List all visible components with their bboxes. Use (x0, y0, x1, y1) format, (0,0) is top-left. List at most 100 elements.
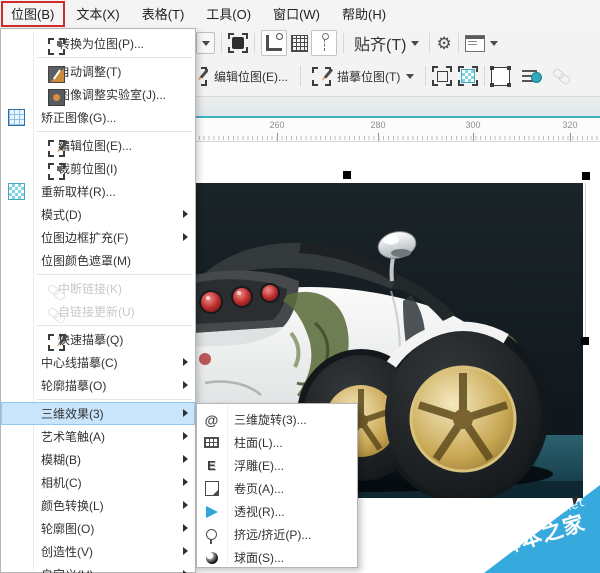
menu-item-label: 模糊(B) (41, 453, 81, 467)
menu-separator (37, 57, 192, 58)
menu-item-update-link: 自链接更新(U) (1, 300, 195, 325)
menu-item-color-transform[interactable]: 颜色转换(L) (1, 494, 195, 517)
menu-item-straighten-image[interactable]: 矫正图像(G)... (1, 106, 195, 129)
submenu-item-pinch-punch[interactable]: 挤远/挤近(P)... (197, 523, 357, 546)
property-bar: 编辑位图(E)... 描摹位图(T) (196, 58, 600, 94)
resample-icon (8, 183, 25, 200)
crop-bitmap-button[interactable] (432, 66, 453, 86)
submenu-arrow-icon (183, 358, 188, 366)
window-layout-button[interactable] (464, 34, 498, 52)
submenu-arrow-icon (183, 210, 188, 218)
edit-bitmap-button[interactable]: 编辑位图(E)... (208, 65, 294, 88)
crop-bitmap-icon (48, 163, 65, 180)
bitmap-menu-dropdown: 转换为位图(P)... 自动调整(T) 图像调整实验室(J)... 矫正图像(G… (0, 28, 196, 573)
chevron-down-icon (406, 73, 415, 79)
grid-icon (290, 34, 308, 52)
menu-item-inflate-bitmap[interactable]: 位图边框扩充(F) (1, 226, 195, 249)
menu-item-mode[interactable]: 模式(D) (1, 203, 195, 226)
snap-to-button[interactable]: 贴齐(T) (350, 29, 423, 57)
menu-item-label: 快速描摹(Q) (58, 333, 124, 347)
menu-item-creative[interactable]: 创造性(V) (1, 540, 195, 563)
menu-item-blur[interactable]: 模糊(B) (1, 448, 195, 471)
perspective-icon (205, 505, 218, 518)
submenu-item-cylinder[interactable]: 柱面(L)... (197, 431, 357, 454)
3d-rotate-icon: @ (204, 411, 219, 428)
convert-to-bitmap-icon (48, 38, 65, 55)
menu-item-centerline-trace[interactable]: 中心线描摹(C) (1, 351, 195, 374)
submenu-item-perspective[interactable]: 透视(R)... (197, 500, 357, 523)
cylinder-icon (204, 437, 219, 448)
resample-button[interactable] (458, 66, 479, 86)
submenu-arrow-icon (183, 478, 188, 486)
trace-options-button[interactable] (522, 68, 543, 84)
menu-item-label: 自链接更新(U) (58, 305, 135, 319)
menubar-item-window[interactable]: 窗口(W) (262, 0, 331, 27)
menu-item-crop-bitmap[interactable]: 裁剪位图(I) (1, 157, 195, 180)
menu-item-convert-to-bitmap[interactable]: 转换为位图(P)... (1, 32, 195, 55)
menu-item-custom[interactable]: 自定义(U) (1, 563, 195, 573)
link-bitmap-button-disabled (552, 67, 572, 86)
menubar-item-text[interactable]: 文本(X) (65, 0, 130, 27)
submenu-item-3d-rotate[interactable]: @ 三维旋转(3)... (197, 408, 357, 431)
menu-item-resample[interactable]: 重新取样(R)... (1, 180, 195, 203)
menu-item-label: 位图颜色遮罩(M) (41, 254, 131, 268)
snap-to-label: 贴齐(T) (354, 37, 407, 54)
menu-item-label: 模式(D) (41, 208, 82, 222)
submenu-item-emboss[interactable]: E 浮雕(E)... (197, 454, 357, 477)
toolbar-separator (484, 66, 486, 86)
selection-handle-right-middle[interactable] (581, 337, 589, 345)
menubar-item-bitmap[interactable]: 位图(B) (0, 0, 65, 27)
selection-handle-top-middle[interactable] (343, 171, 351, 179)
toolbar-separator (429, 33, 431, 53)
show-rulers-button[interactable] (261, 30, 287, 56)
menu-item-label: 中断链接(K) (58, 282, 122, 296)
show-grid-button[interactable] (287, 31, 311, 55)
menu-separator (37, 325, 192, 326)
menu-item-camera[interactable]: 相机(C) (1, 471, 195, 494)
menu-item-label: 创造性(V) (41, 545, 93, 559)
menu-bar: 位图(B) 文本(X) 表格(T) 工具(O) 窗口(W) 帮助(H) (0, 0, 600, 27)
menu-item-bitmap-color-mask[interactable]: 位图颜色遮罩(M) (1, 249, 195, 272)
menubar-item-table[interactable]: 表格(T) (131, 0, 196, 27)
trace-bitmap-label: 描摹位图(T) (337, 69, 401, 84)
edit-bitmap-label: 编辑位图(E)... (214, 69, 288, 84)
bitmap-boundary-button[interactable] (490, 65, 512, 87)
resample-icon (461, 69, 476, 83)
straighten-image-icon (8, 109, 25, 126)
submenu-arrow-icon (183, 524, 188, 532)
clock-icon (531, 72, 543, 83)
menu-item-art-strokes[interactable]: 艺术笔触(A) (1, 425, 195, 448)
standard-toolbar: 贴齐(T) ⚙ (196, 30, 600, 56)
menu-item-label: 自定义(U) (41, 566, 94, 573)
selection-handle-top-right[interactable] (582, 172, 590, 180)
chevron-down-icon (411, 40, 420, 46)
options-gear-button[interactable]: ⚙ (436, 35, 451, 52)
pinch-punch-icon (206, 529, 217, 544)
menubar-item-help[interactable]: 帮助(H) (331, 0, 397, 27)
menu-item-outline-trace[interactable]: 轮廓描摹(O) (1, 374, 195, 397)
toolbar-separator (457, 33, 459, 53)
menu-item-label: 矫正图像(G)... (41, 111, 117, 125)
menu-separator (37, 399, 192, 400)
menubar-item-tools[interactable]: 工具(O) (195, 0, 262, 27)
update-link-icon (46, 306, 67, 325)
full-screen-preview-icon[interactable] (228, 33, 248, 53)
menu-item-quick-trace[interactable]: 快速描摹(Q) (1, 328, 195, 351)
trace-bitmap-button[interactable]: 描摹位图(T) (307, 64, 419, 89)
zoom-dropdown-button[interactable] (196, 32, 215, 54)
page-curl-icon (204, 481, 219, 496)
submenu-item-page-curl[interactable]: 卷页(A)... (197, 477, 357, 500)
3d-effects-submenu: @ 三维旋转(3)... 柱面(L)... E 浮雕(E)... 卷页(A)..… (196, 403, 358, 568)
menu-item-image-adjustment-lab[interactable]: 图像调整实验室(J)... (1, 83, 195, 106)
menu-item-contour[interactable]: 轮廓图(O) (1, 517, 195, 540)
menu-item-label: 艺术笔触(A) (41, 430, 105, 444)
submenu-item-label: 浮雕(E)... (234, 459, 284, 473)
submenu-arrow-icon (183, 547, 188, 555)
menu-item-auto-adjust[interactable]: 自动调整(T) (1, 60, 195, 83)
submenu-item-sphere[interactable]: 球面(S)... (197, 546, 357, 569)
menu-item-edit-bitmap[interactable]: 编辑位图(E)... (1, 134, 195, 157)
menu-item-label: 位图边框扩充(F) (41, 231, 129, 245)
gear-icon: ⚙ (436, 33, 452, 53)
show-guidelines-button[interactable] (311, 30, 337, 56)
menu-item-3d-effects[interactable]: 三维效果(3) (1, 402, 195, 425)
